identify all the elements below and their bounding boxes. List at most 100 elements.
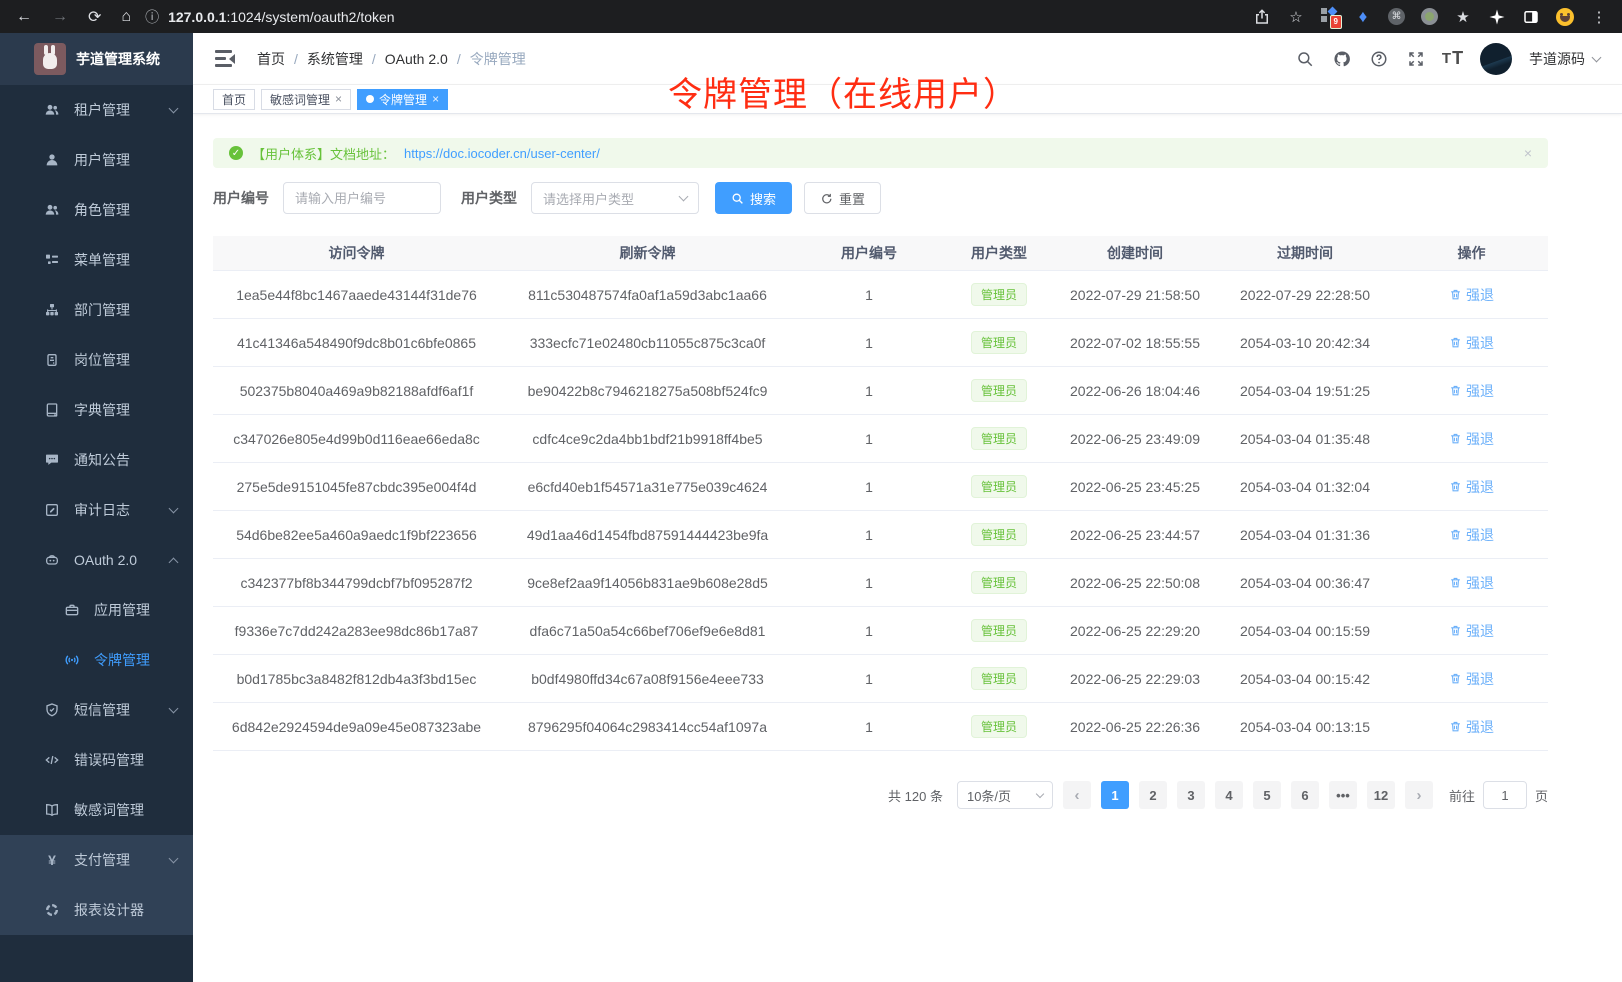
user-type-badge: 管理员 (971, 331, 1027, 354)
puzzle-extensions-icon[interactable] (1488, 8, 1506, 26)
page-button-4[interactable]: 4 (1215, 781, 1243, 809)
side-panel-icon[interactable] (1522, 8, 1540, 26)
page-button-2[interactable]: 2 (1139, 781, 1167, 809)
help-icon[interactable] (1369, 49, 1389, 69)
force-logout-button[interactable]: 强退 (1449, 573, 1494, 593)
breadcrumb-system[interactable]: 系统管理 (307, 49, 363, 69)
app-logo[interactable]: 芋道管理系统 (0, 33, 193, 85)
sidebar-item-audit[interactable]: 审计日志 (0, 485, 193, 535)
sidebar-item-user[interactable]: 用户管理 (0, 135, 193, 185)
search-icon[interactable] (1295, 49, 1315, 69)
recorder-extension-icon[interactable] (1421, 8, 1438, 25)
sidebar-item-notice[interactable]: 通知公告 (0, 435, 193, 485)
sidebar-item-post[interactable]: 岗位管理 (0, 335, 193, 385)
sidebar-item-tenant[interactable]: 租户管理 (0, 85, 193, 135)
font-size-icon[interactable]: TT (1443, 49, 1463, 69)
breadcrumb-separator: / (294, 51, 298, 67)
page-button-12[interactable]: 12 (1367, 781, 1395, 809)
doc-link[interactable]: https://doc.iocoder.cn/user-center/ (404, 146, 600, 161)
close-icon[interactable]: × (1524, 145, 1532, 161)
force-logout-button[interactable]: 强退 (1449, 333, 1494, 353)
force-logout-button[interactable]: 强退 (1449, 477, 1494, 497)
sidebar-item-dict[interactable]: 字典管理 (0, 385, 193, 435)
sidebar-item-label: 令牌管理 (94, 650, 177, 670)
chevron-up-icon (169, 557, 179, 567)
sidebar-item-label: 部门管理 (74, 300, 177, 320)
sidebar-item-oauth-token[interactable]: 令牌管理 (0, 635, 193, 685)
force-logout-button[interactable]: 强退 (1449, 621, 1494, 641)
sidebar-item-oauth-app[interactable]: 应用管理 (0, 585, 193, 635)
sidebar-item-role[interactable]: 角色管理 (0, 185, 193, 235)
app-title: 芋道管理系统 (76, 49, 160, 69)
force-logout-button[interactable]: 强退 (1449, 525, 1494, 545)
browser-menu-icon[interactable]: ⋮ (1590, 8, 1608, 26)
user-id-input[interactable] (283, 182, 441, 214)
sidebar-item-pay[interactable]: ¥ 支付管理 (0, 835, 193, 885)
prev-page-button[interactable]: ‹ (1063, 781, 1091, 809)
user-menu[interactable]: 芋道源码 (1529, 49, 1600, 69)
github-icon[interactable] (1332, 49, 1352, 69)
search-button[interactable]: 搜索 (715, 182, 792, 214)
site-info-icon[interactable]: ⓘ (145, 7, 159, 27)
user-type-select[interactable]: 请选择用户类型 (531, 182, 699, 214)
message-icon (44, 452, 60, 468)
sidebar-item-errcode[interactable]: 错误码管理 (0, 735, 193, 785)
sidebar-item-sms[interactable]: 短信管理 (0, 685, 193, 735)
sidebar-item-oauth[interactable]: OAuth 2.0 (0, 535, 193, 585)
page-button-5[interactable]: 5 (1253, 781, 1281, 809)
address-bar[interactable]: ⓘ 127.0.0.1:1024/system/oauth2/token (145, 7, 1253, 27)
browser-home-icon[interactable]: ⌂ (121, 8, 131, 26)
sidebar-item-label: OAuth 2.0 (74, 552, 170, 568)
page-button-3[interactable]: 3 (1177, 781, 1205, 809)
profile-avatar-icon[interactable] (1556, 8, 1574, 26)
sidebar-item-label: 租户管理 (74, 100, 170, 120)
sidebar-collapse-icon[interactable] (215, 50, 235, 67)
bookmark-star-icon[interactable]: ☆ (1287, 8, 1305, 26)
robot-icon (44, 552, 60, 568)
user-id-label: 用户编号 (213, 188, 269, 208)
more-pages-button[interactable]: ••• (1329, 781, 1357, 809)
browser-forward-icon[interactable]: → (52, 8, 68, 26)
force-logout-button[interactable]: 强退 (1449, 381, 1494, 401)
close-icon[interactable]: × (432, 92, 439, 106)
tag-sensitive[interactable]: 敏感词管理 × (261, 89, 351, 110)
close-icon[interactable]: × (335, 92, 342, 106)
force-logout-button[interactable]: 强退 (1449, 717, 1494, 737)
user-avatar[interactable] (1480, 43, 1512, 75)
browser-back-icon[interactable]: ← (16, 8, 32, 26)
share-icon[interactable] (1253, 8, 1271, 26)
table-row: b0d1785bc3a8482f812db4a3f3bd15ecb0df4980… (213, 655, 1548, 703)
green-star-extension-icon[interactable]: ★ (1454, 8, 1472, 26)
tag-home[interactable]: 首页 (213, 89, 255, 110)
breadcrumb-home[interactable]: 首页 (257, 49, 285, 69)
sidebar-item-report[interactable]: 报表设计器 (0, 885, 193, 935)
sidebar-item-dept[interactable]: 部门管理 (0, 285, 193, 335)
trash-icon (1449, 384, 1462, 397)
tag-token-active[interactable]: 令牌管理 × (357, 89, 448, 110)
yen-icon: ¥ (44, 852, 60, 868)
refresh-icon (820, 192, 833, 205)
briefcase-icon (64, 602, 80, 618)
fullscreen-icon[interactable] (1406, 49, 1426, 69)
user-icon (44, 152, 60, 168)
user-type-badge: 管理员 (971, 619, 1027, 642)
force-logout-button[interactable]: 强退 (1449, 285, 1494, 305)
force-logout-button[interactable]: 强退 (1449, 669, 1494, 689)
browser-refresh-icon[interactable]: ⟳ (88, 7, 101, 27)
red-annotation-title: 令牌管理（在线用户） (668, 67, 1018, 116)
page-button-6[interactable]: 6 (1291, 781, 1319, 809)
next-page-button[interactable]: › (1405, 781, 1433, 809)
sidebar-item-menu[interactable]: 菜单管理 (0, 235, 193, 285)
page-button-1[interactable]: 1 (1101, 781, 1129, 809)
user-type-label: 用户类型 (461, 188, 517, 208)
command-extension-icon[interactable]: ⌘ (1388, 8, 1405, 25)
gem-extension-icon[interactable]: ♦ (1354, 8, 1372, 26)
badge-icon (44, 352, 60, 368)
reset-button[interactable]: 重置 (804, 182, 881, 214)
page-size-select[interactable]: 10条/页 (957, 781, 1053, 809)
breadcrumb-oauth[interactable]: OAuth 2.0 (385, 51, 448, 67)
sidebar-item-sensitive[interactable]: 敏感词管理 (0, 785, 193, 835)
extension-badge-icon[interactable]: 9 (1321, 8, 1338, 25)
goto-page-input[interactable] (1483, 781, 1527, 809)
force-logout-button[interactable]: 强退 (1449, 429, 1494, 449)
